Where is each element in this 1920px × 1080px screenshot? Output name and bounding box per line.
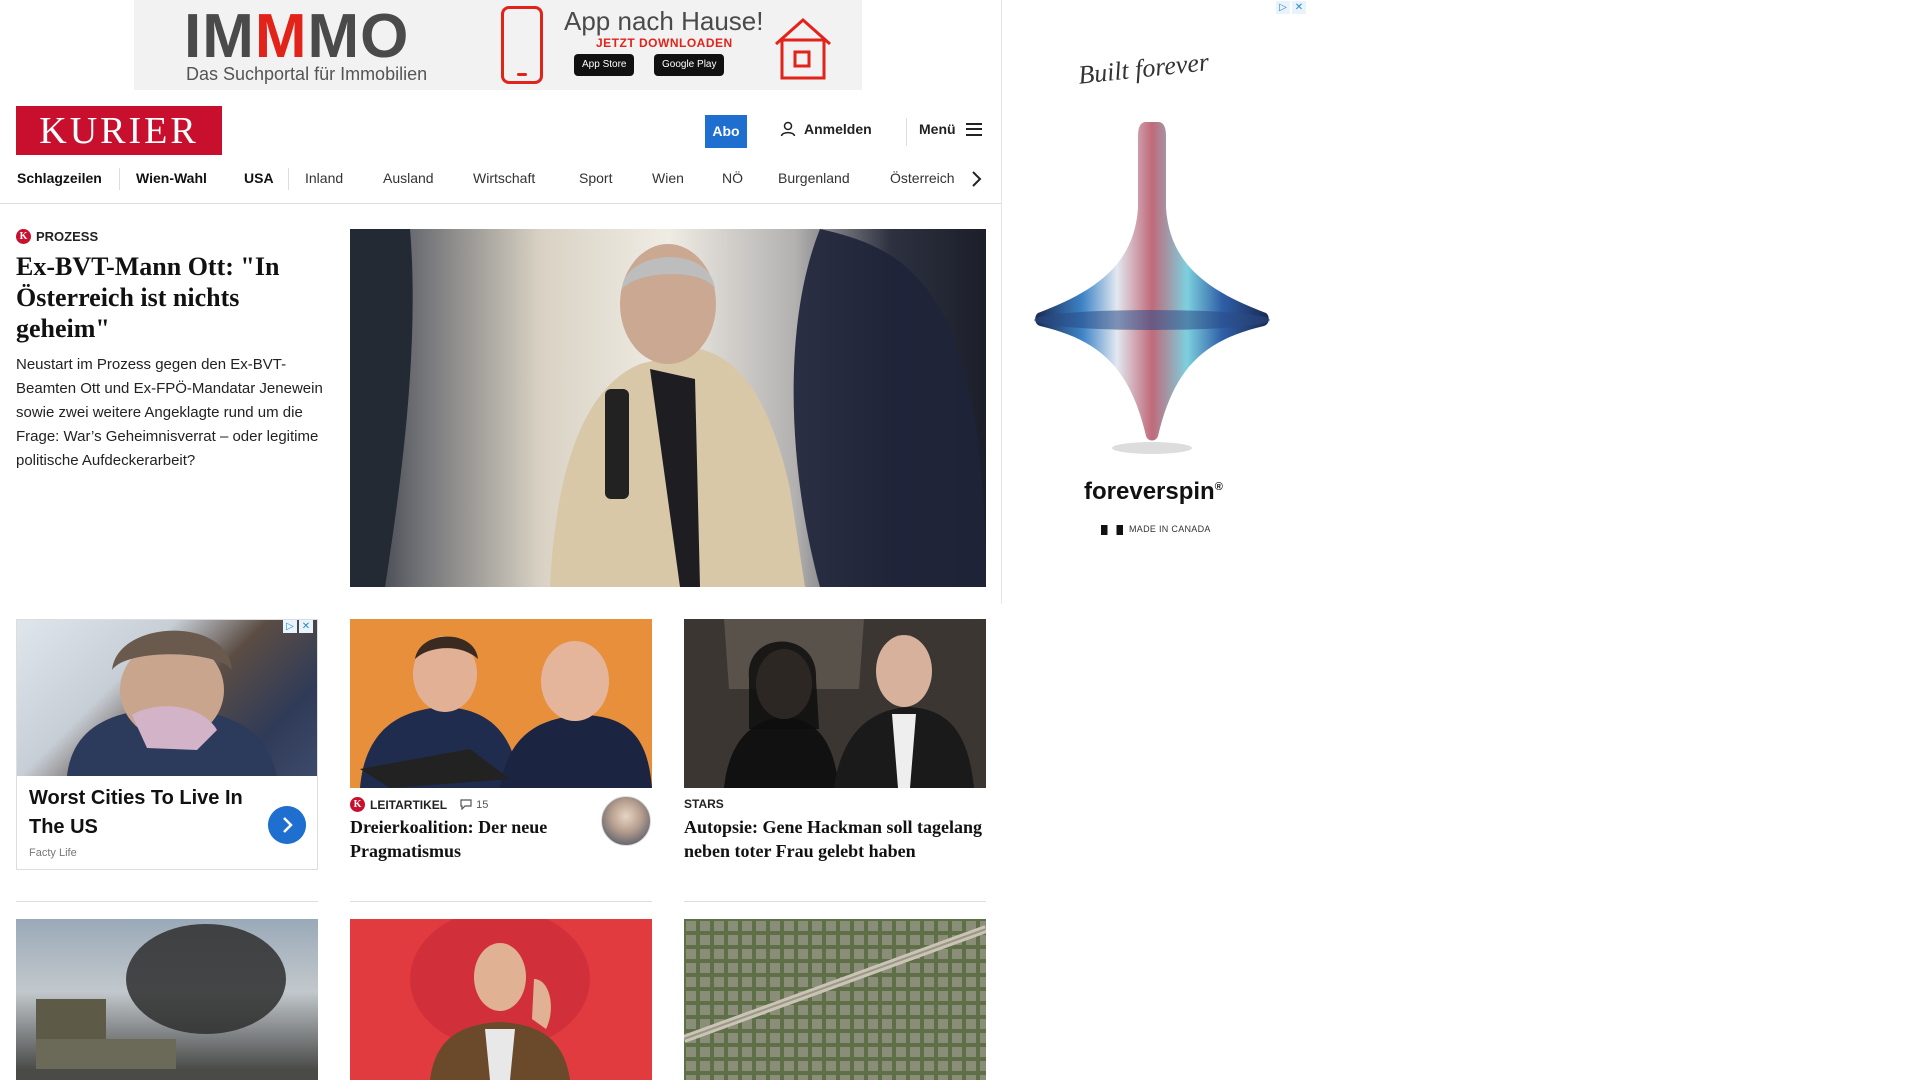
- aerial-photo: [684, 919, 986, 1080]
- sponsored-source: Facty Life: [29, 847, 77, 859]
- nav-item-inland[interactable]: Inland: [305, 170, 343, 186]
- lead-teaser[interactable]: Neustart im Prozess gegen den Ex-BVT-Bea…: [16, 353, 326, 473]
- story-image-aerial[interactable]: [684, 919, 986, 1080]
- phone-icon: [501, 6, 543, 84]
- spinning-top-image: [1034, 122, 1270, 454]
- chevron-right-icon[interactable]: [268, 806, 306, 844]
- ad-badge[interactable]: ▷ ✕: [283, 620, 313, 633]
- lead-headline[interactable]: Ex-BVT-Mann Ott: "In Österreich ist nich…: [16, 251, 316, 344]
- nav-item-ausland[interactable]: Ausland: [383, 170, 434, 186]
- ad-tagline: Das Suchportal für Immobilien: [186, 64, 428, 84]
- login-label: Anmelden: [804, 121, 872, 137]
- side-ad[interactable]: ▷ ✕ Built forever foreverspin® MADE IN CA…: [1001, 0, 1306, 604]
- nav-item-schlagzeilen[interactable]: Schlagzeilen: [17, 170, 102, 186]
- nav-separator: [288, 168, 289, 190]
- military-photo: [16, 924, 318, 1080]
- section-nav: Schlagzeilen Wien-Wahl USA Inland Auslan…: [0, 160, 1001, 204]
- stars-photo: [684, 619, 986, 788]
- nav-item-sport[interactable]: Sport: [579, 170, 612, 186]
- ad-signature: Built forever: [1076, 47, 1211, 90]
- menu-button[interactable]: Menü: [919, 121, 982, 137]
- story-image-military[interactable]: [16, 919, 318, 1080]
- user-icon: [780, 121, 796, 137]
- sponsored-image: [17, 620, 317, 776]
- login-button[interactable]: Anmelden: [780, 121, 872, 137]
- author-avatar: [601, 796, 651, 846]
- close-icon[interactable]: ✕: [1292, 1, 1306, 14]
- abo-button[interactable]: Abo: [705, 115, 747, 148]
- nav-separator: [119, 168, 120, 190]
- sponsored-title[interactable]: Worst Cities To Live In The US: [29, 784, 259, 842]
- stars-kicker[interactable]: STARS: [684, 797, 724, 811]
- nav-item-oesterreich[interactable]: Österreich: [890, 170, 955, 186]
- stars-image[interactable]: [684, 619, 986, 788]
- nav-item-wirtschaft[interactable]: Wirtschaft: [473, 170, 535, 186]
- card-divider: [350, 901, 652, 902]
- theater-photo: [410, 919, 590, 1080]
- menu-label: Menü: [919, 121, 956, 137]
- made-in-canada: MADE IN CANADA: [1101, 524, 1211, 535]
- house-icon: [775, 17, 831, 80]
- comment-icon: [460, 799, 472, 810]
- app-store-badge[interactable]: App Store: [574, 54, 635, 76]
- kurier-logo[interactable]: KURIER: [16, 106, 222, 155]
- canada-flag-icon: [1101, 524, 1123, 535]
- chevron-right-icon[interactable]: [966, 169, 986, 189]
- story-image-theater[interactable]: [350, 919, 652, 1080]
- leitartikel-image[interactable]: [350, 619, 652, 788]
- card-divider: [684, 901, 986, 902]
- ad-cta: JETZT DOWNLOADEN: [596, 36, 733, 50]
- ad-badge[interactable]: ▷ ✕: [1276, 1, 1306, 14]
- sponsored-photo: [67, 630, 277, 776]
- nav-item-burgenland[interactable]: Burgenland: [778, 170, 850, 186]
- leitartikel-photo: [360, 636, 652, 788]
- lead-kicker[interactable]: K PROZESS: [16, 229, 98, 244]
- stars-title[interactable]: Autopsie: Gene Hackman soll tagelang neb…: [684, 815, 984, 863]
- adchoices-icon[interactable]: ▷: [283, 620, 297, 633]
- nav-item-wien[interactable]: Wien: [652, 170, 684, 186]
- leitartikel-kicker[interactable]: K LEITARTIKEL 15: [350, 797, 488, 812]
- close-icon[interactable]: ✕: [299, 620, 313, 633]
- google-play-badge[interactable]: Google Play: [654, 54, 725, 76]
- card-divider: [16, 901, 318, 902]
- lead-image[interactable]: [350, 229, 986, 587]
- hamburger-icon: [965, 122, 982, 136]
- kurier-plus-icon: K: [350, 797, 365, 812]
- kurier-plus-icon: K: [16, 229, 31, 244]
- ad-brand: foreverspin®: [1084, 478, 1223, 505]
- nav-item-usa[interactable]: USA: [244, 170, 274, 186]
- comment-count[interactable]: 15: [460, 799, 488, 811]
- ad-brand-logo: IMMMO: [184, 2, 410, 71]
- leitartikel-title[interactable]: Dreierkoalition: Der neue Pragmatismus: [350, 815, 590, 863]
- lead-photo: [350, 229, 986, 587]
- sponsored-card[interactable]: ▷ ✕ Worst Cities To Live In The US Facty …: [16, 619, 318, 870]
- adchoices-icon[interactable]: ▷: [1276, 1, 1290, 14]
- nav-item-noe[interactable]: NÖ: [722, 170, 743, 186]
- header-divider: [906, 118, 907, 146]
- nav-item-wien-wahl[interactable]: Wien-Wahl: [136, 170, 207, 186]
- top-banner-ad[interactable]: IMMMO Das Suchportal für Immobilien App …: [134, 0, 862, 90]
- ad-headline: App nach Hause!: [564, 6, 764, 36]
